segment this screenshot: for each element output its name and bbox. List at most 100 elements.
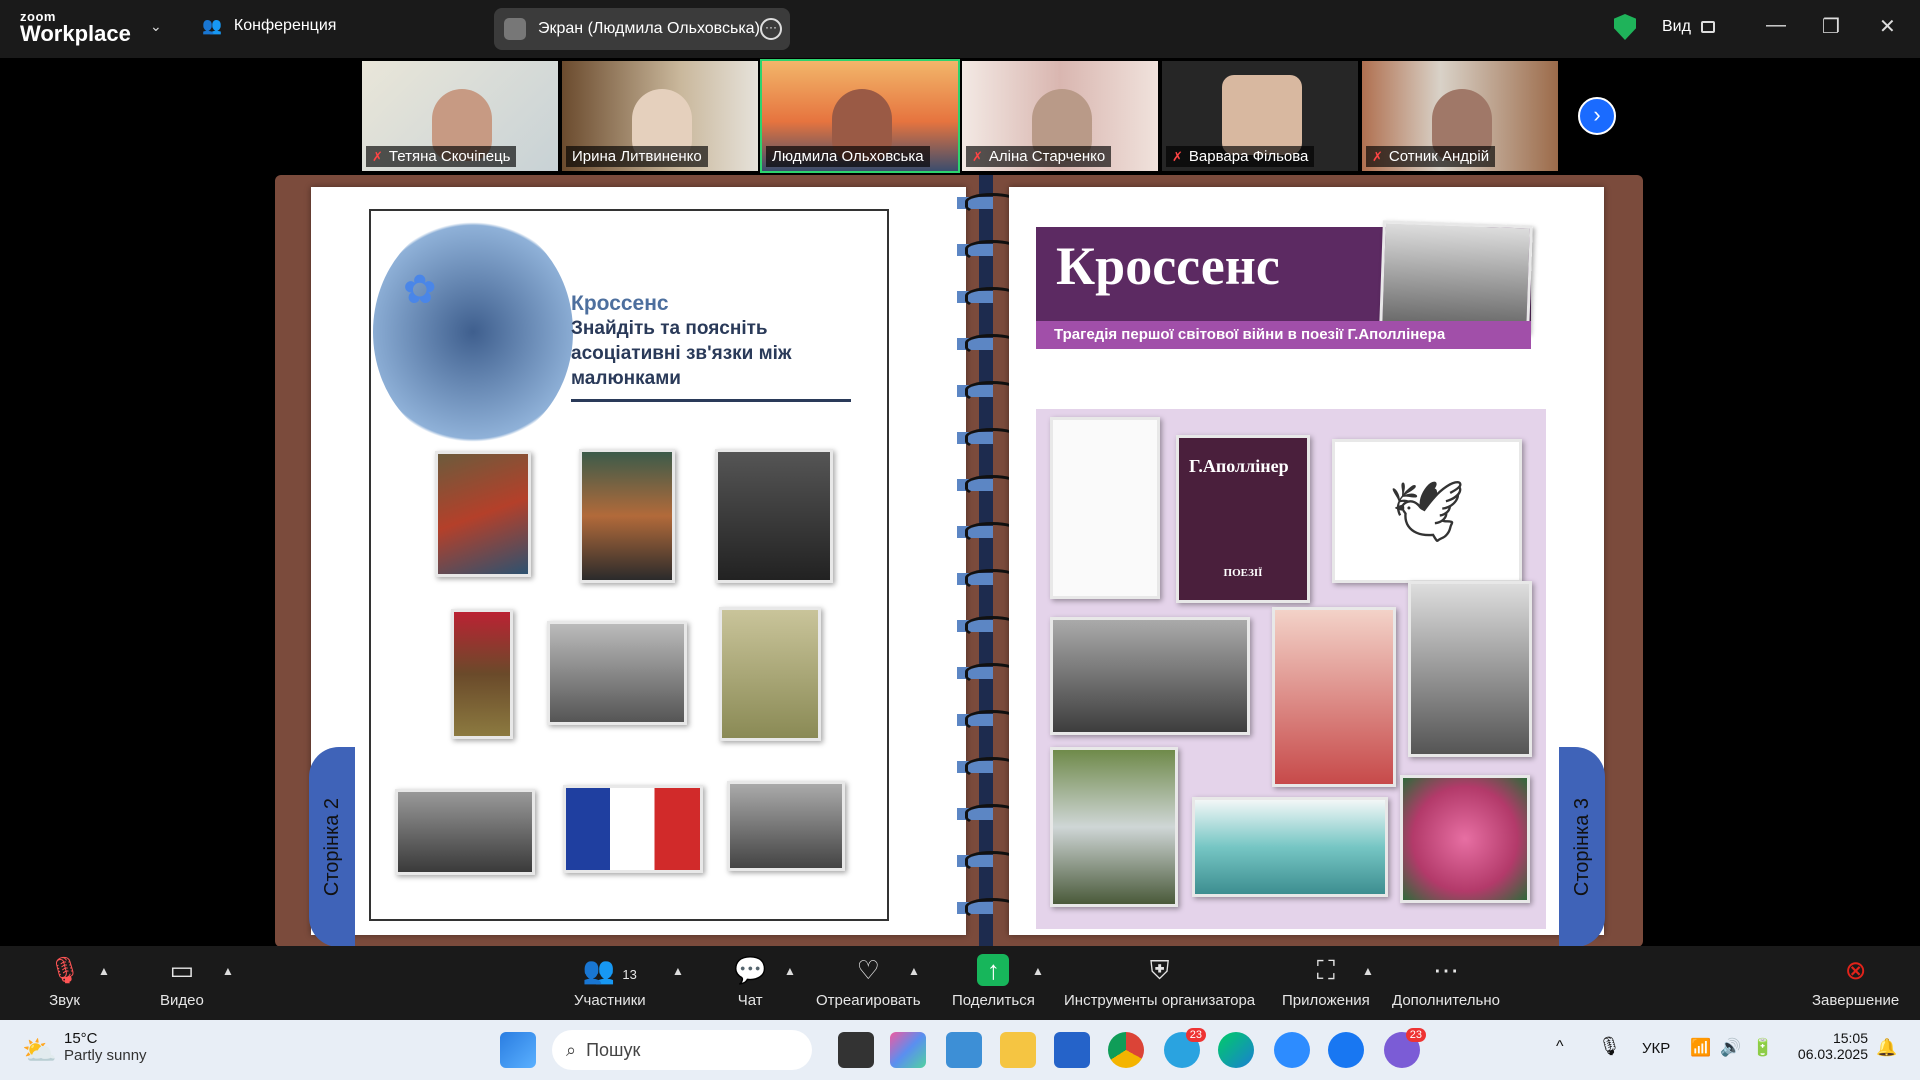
participant-tile-active[interactable]: Людмила Ольховська bbox=[760, 59, 960, 173]
more-options-icon[interactable]: ··· bbox=[760, 18, 782, 40]
participant-video bbox=[1222, 75, 1302, 155]
participant-tile[interactable]: Ирина Литвиненко bbox=[560, 59, 760, 173]
notification-bell-icon[interactable]: 🔔 bbox=[1876, 1038, 1897, 1058]
weather-widget[interactable]: 15°C Partly sunny bbox=[64, 1030, 147, 1064]
chrome-icon[interactable] bbox=[1108, 1032, 1144, 1068]
copilot-icon[interactable] bbox=[890, 1032, 926, 1068]
minimize-icon[interactable]: — bbox=[1766, 14, 1786, 37]
sea-image bbox=[1192, 797, 1388, 897]
woman-portrait bbox=[1408, 581, 1532, 757]
react-label: Отреагировать bbox=[816, 992, 921, 1009]
chat-button[interactable]: 💬 Чат bbox=[734, 954, 766, 1009]
battery-icon[interactable]: 🔋 bbox=[1752, 1038, 1773, 1058]
jeep-image bbox=[547, 621, 687, 725]
viber-icon[interactable]: 23 bbox=[1384, 1028, 1426, 1068]
participant-name: ✗ Аліна Старченко bbox=[966, 146, 1112, 167]
chat-label: Чат bbox=[737, 992, 763, 1009]
meeting-info[interactable]: 👥 Конференция bbox=[202, 16, 336, 36]
security-shield-icon[interactable] bbox=[1614, 14, 1636, 40]
ellipsis-icon: ⋯ bbox=[1432, 955, 1459, 985]
video-options-caret[interactable]: ▲ bbox=[222, 964, 234, 978]
apps-options-caret[interactable]: ▲ bbox=[1362, 964, 1374, 978]
end-x-icon: ⊗ bbox=[1844, 955, 1867, 985]
shared-screen: ✿ Кроссенс Знайдіть та поясніть асоціати… bbox=[275, 175, 1643, 947]
chat-options-caret[interactable]: ▲ bbox=[784, 964, 796, 978]
viber-badge: 23 bbox=[1405, 1028, 1426, 1042]
participants-count: 13 bbox=[622, 967, 637, 982]
share-options-caret[interactable]: ▲ bbox=[1032, 964, 1044, 978]
file-explorer-icon[interactable] bbox=[1000, 1032, 1036, 1068]
taskbar-search[interactable]: ⌕ Пошук bbox=[552, 1030, 812, 1070]
weather-desc: Partly sunny bbox=[64, 1047, 147, 1064]
audio-button[interactable]: 🎙 Звук bbox=[48, 954, 81, 1009]
heart-icon: ♡ bbox=[856, 955, 880, 985]
telegram-badge: 23 bbox=[1185, 1028, 1206, 1042]
show-hidden-icons-chevron[interactable]: ^ bbox=[1556, 1038, 1564, 1056]
next-page-button[interactable]: › bbox=[1578, 97, 1616, 135]
screen-share-indicator[interactable]: Экран (Людмила Ольховська) ··· bbox=[494, 8, 790, 50]
participants-button[interactable]: 👥 13 Участники bbox=[574, 954, 646, 1009]
volume-icon[interactable]: 🔊 bbox=[1720, 1038, 1741, 1058]
divider bbox=[571, 399, 851, 402]
pilots-photo bbox=[395, 789, 535, 875]
participant-tile[interactable]: ✗ Аліна Старченко bbox=[960, 59, 1160, 173]
telegram-icon[interactable]: 23 bbox=[1164, 1028, 1206, 1068]
react-button[interactable]: ♡ Отреагировать bbox=[816, 954, 921, 1009]
view-label: Вид bbox=[1662, 18, 1691, 35]
participant-name: Людмила Ольховська bbox=[766, 146, 930, 167]
crowd-photo bbox=[727, 781, 845, 871]
brand-bottom: Workplace bbox=[20, 21, 131, 46]
wifi-icon[interactable]: 📶 bbox=[1690, 1038, 1711, 1058]
participants-icon: 👥 13 bbox=[582, 955, 637, 985]
host-tools-button[interactable]: ⛨ Инструменты организатора bbox=[1064, 954, 1255, 1009]
page-tab-left: Сторінка 2 bbox=[309, 747, 355, 947]
zoom-app-icon[interactable] bbox=[1274, 1032, 1310, 1068]
share-up-icon: ↑ bbox=[977, 954, 1010, 986]
search-placeholder: Пошук bbox=[586, 1039, 641, 1060]
video-button[interactable]: ▭ Видео bbox=[160, 954, 204, 1009]
task-view-icon[interactable] bbox=[838, 1032, 874, 1068]
camera-icon: ▭ bbox=[169, 955, 195, 985]
mic-muted-icon: ✗ bbox=[372, 148, 383, 164]
search-icon: ⌕ bbox=[566, 1039, 577, 1060]
facebook-icon[interactable] bbox=[1328, 1032, 1364, 1068]
apps-label: Приложения bbox=[1282, 992, 1370, 1009]
clock-time: 15:05 bbox=[1832, 1030, 1868, 1046]
participant-tile[interactable]: ✗ Тетяна Скочіпець bbox=[360, 59, 560, 173]
close-icon[interactable]: ✕ bbox=[1879, 14, 1896, 39]
left-page: ✿ Кроссенс Знайдіть та поясніть асоціати… bbox=[309, 187, 966, 947]
share-screen-button[interactable]: ↑ Поделиться bbox=[952, 954, 1035, 1009]
writer-photo bbox=[1379, 220, 1533, 334]
language-indicator[interactable]: УКР bbox=[1642, 1040, 1670, 1057]
more-button[interactable]: ⋯ Дополнительно bbox=[1392, 954, 1500, 1009]
mic-muted-icon: ✗ bbox=[972, 148, 983, 164]
edge-icon[interactable] bbox=[1218, 1032, 1254, 1068]
book-cover-image: Г.Аполлінер ПОЕЗІЇ bbox=[1176, 435, 1310, 603]
book-subtitle: ПОЕЗІЇ bbox=[1223, 567, 1263, 579]
clock[interactable]: 15:05 06.03.2025 bbox=[1792, 1030, 1868, 1062]
participant-tile[interactable]: ✗ Варвара Фільова bbox=[1160, 59, 1360, 173]
end-meeting-button[interactable]: ⊗ Завершение bbox=[1812, 954, 1899, 1009]
chevron-down-icon[interactable]: ⌄ bbox=[150, 18, 162, 35]
restore-icon[interactable]: ❐ bbox=[1822, 14, 1840, 39]
snipping-tool-icon[interactable] bbox=[946, 1032, 982, 1068]
apps-icon: ⛶ bbox=[1316, 955, 1335, 985]
meeting-toolbar: 🎙 Звук ▲ ▭ Видео ▲ 👥 13 Участники ▲ 💬 Чат ▲ … bbox=[0, 946, 1920, 1020]
left-instruction: Знайдіть та поясніть асоціативні зв'язки… bbox=[571, 318, 792, 389]
start-windows-icon[interactable] bbox=[500, 1032, 536, 1068]
store-icon[interactable] bbox=[1054, 1032, 1090, 1068]
participant-tile[interactable]: ✗ Сотник Андрій bbox=[1360, 59, 1560, 173]
microphone-icon[interactable]: 🎙 bbox=[1598, 1036, 1621, 1057]
people-icon: 👥 bbox=[202, 18, 222, 35]
dove-drawing: 🕊 bbox=[1332, 439, 1522, 583]
circle-decoration bbox=[373, 217, 573, 447]
soldiers-photo bbox=[1050, 617, 1250, 735]
calligram-image bbox=[1050, 417, 1160, 599]
react-options-caret[interactable]: ▲ bbox=[908, 964, 920, 978]
audio-options-caret[interactable]: ▲ bbox=[98, 964, 110, 978]
meeting-title: Конференция bbox=[233, 17, 337, 34]
apps-button[interactable]: ⛶ Приложения bbox=[1282, 954, 1370, 1009]
view-button[interactable]: Вид bbox=[1662, 18, 1715, 36]
book-cover-image bbox=[435, 451, 531, 577]
participants-options-caret[interactable]: ▲ bbox=[672, 964, 684, 978]
